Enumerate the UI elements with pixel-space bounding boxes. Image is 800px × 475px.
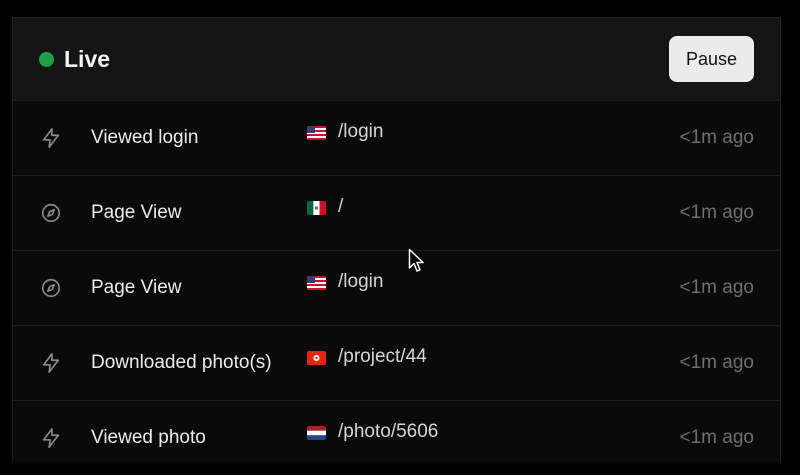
bolt-icon [40,427,62,449]
mx-flag-icon [307,201,326,215]
activity-row[interactable]: Page View / <1m ago [13,175,780,250]
event-time: <1m ago [679,202,754,223]
event-name: Downloaded photo(s) [91,352,272,373]
event-time: <1m ago [679,127,754,148]
compass-icon [40,202,62,224]
page-path: /login [338,121,384,142]
mouse-cursor-icon [408,248,424,272]
compass-icon [40,277,62,299]
bolt-icon [40,352,62,374]
event-name: Viewed photo [91,427,206,448]
live-activity-panel: Live Pause Viewed login /login <1m ago P… [12,17,781,462]
activity-list: Viewed login /login <1m ago Page View / … [13,100,780,475]
hk-flag-icon [307,351,326,365]
nl-flag-icon [307,426,326,440]
event-name: Page View [91,277,182,298]
activity-row[interactable]: Viewed login /login <1m ago [13,100,780,175]
activity-row[interactable]: Viewed photo /photo/5606 <1m ago [13,400,780,475]
event-name: Page View [91,202,182,223]
event-time: <1m ago [679,277,754,298]
live-status: Live [39,46,110,73]
panel-header: Live Pause [13,18,780,100]
pause-button[interactable]: Pause [669,36,754,82]
page-path: /login [338,271,384,292]
event-time: <1m ago [679,352,754,373]
us-flag-icon [307,276,326,290]
page-path: / [338,196,344,217]
bolt-icon [40,127,62,149]
activity-row[interactable]: Page View /login <1m ago [13,250,780,325]
live-status-label: Live [64,45,111,72]
live-indicator-dot [39,51,54,67]
activity-row[interactable]: Downloaded photo(s) /project/44 <1m ago [13,325,780,400]
page-path: /project/44 [338,346,427,367]
us-flag-icon [307,126,326,140]
page-path: /photo/5606 [338,421,439,442]
event-time: <1m ago [679,427,754,448]
event-name: Viewed login [91,127,199,148]
